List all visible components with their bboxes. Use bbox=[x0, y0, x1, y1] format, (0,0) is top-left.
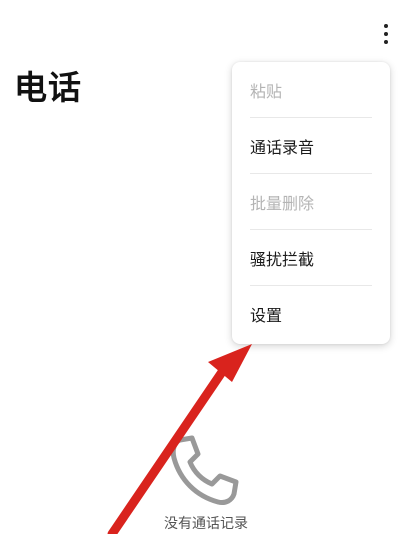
menu-item-batch-delete[interactable]: 批量删除 bbox=[232, 174, 390, 230]
menu-item-settings[interactable]: 设置 bbox=[232, 286, 390, 342]
more-vertical-icon bbox=[384, 24, 388, 28]
menu-item-harassment-block[interactable]: 骚扰拦截 bbox=[232, 230, 390, 286]
empty-state-text: 没有通话记录 bbox=[164, 516, 248, 532]
page-title: 电话 bbox=[14, 68, 82, 107]
more-options-button[interactable] bbox=[372, 16, 400, 52]
menu-item-call-recording[interactable]: 通话录音 bbox=[232, 118, 390, 174]
menu-item-paste[interactable]: 粘贴 bbox=[232, 62, 390, 118]
more-vertical-icon-dot-2 bbox=[384, 32, 388, 36]
more-vertical-icon-dot-3 bbox=[384, 40, 388, 44]
phone-app-screen: 电话 粘贴 通话录音 批量删除 骚扰拦截 设置 没有通话记录 bbox=[0, 0, 403, 534]
phone-handset-icon bbox=[170, 435, 239, 505]
overflow-menu: 粘贴 通话录音 批量删除 骚扰拦截 设置 bbox=[232, 62, 390, 344]
